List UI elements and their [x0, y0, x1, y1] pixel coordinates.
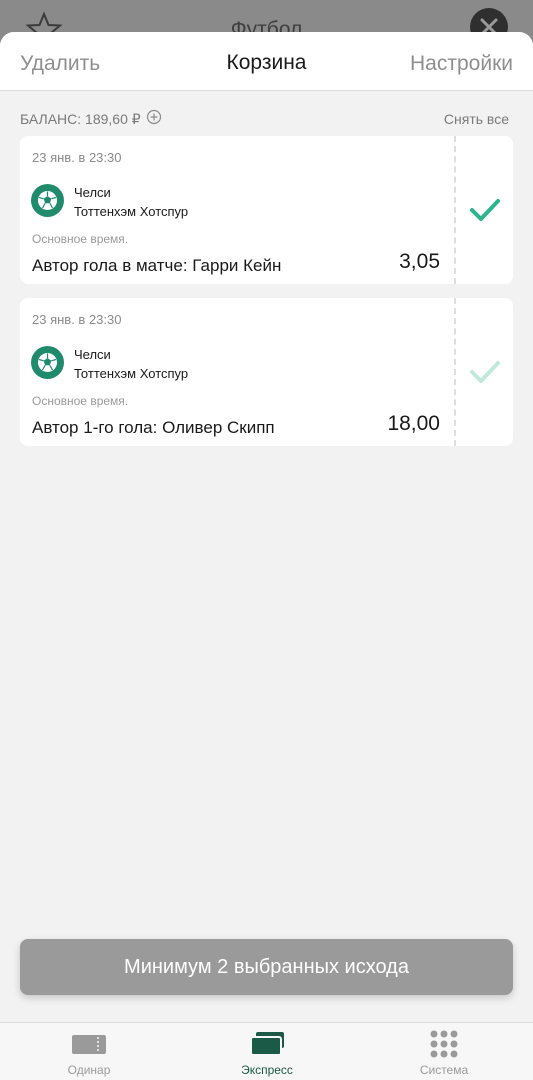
football-ball-icon	[31, 346, 64, 379]
grid-dots-icon	[430, 1030, 458, 1058]
tab-system[interactable]: Система	[355, 1023, 533, 1080]
bet-odds: 18,00	[387, 412, 440, 435]
bet-odds: 3,05	[399, 250, 440, 273]
bet-market: Автор гола в матче: Гарри Кейн	[32, 256, 282, 275]
bet-card[interactable]: 23 янв. в 23:30 Челси Тоттенхэм Хотспур …	[20, 298, 513, 446]
team-away: Тоттенхэм Хотспур	[74, 366, 189, 381]
delete-button[interactable]: Удалить	[20, 52, 100, 76]
balance-row: БАЛАНС: 189,60 ₽ Снять все	[20, 109, 513, 129]
tab-label: Система	[419, 1063, 469, 1077]
settings-button[interactable]: Настройки	[410, 52, 513, 76]
card-divider	[454, 298, 456, 446]
checkmark-icon[interactable]	[468, 355, 502, 389]
bet-period: Основное время.	[32, 232, 129, 246]
team-away: Тоттенхэм Хотспур	[74, 204, 189, 219]
bet-date: 23 янв. в 23:30	[32, 150, 122, 165]
bet-slip-sheet: Удалить Корзина Настройки БАЛАНС: 189,60…	[0, 32, 533, 1080]
football-ball-icon	[31, 184, 64, 217]
tab-single[interactable]: Одинар	[0, 1023, 178, 1080]
stacked-cards-icon	[250, 1032, 284, 1056]
tab-label: Одинар	[67, 1063, 111, 1077]
sheet-header: Удалить Корзина Настройки	[0, 32, 533, 91]
tab-express[interactable]: Экспресс	[178, 1023, 356, 1080]
balance-text: БАЛАНС: 189,60 ₽	[20, 111, 141, 127]
clear-all-button[interactable]: Снять все	[444, 111, 509, 127]
bet-card[interactable]: 23 янв. в 23:30 Челси Тоттенхэм Хотспур …	[20, 136, 513, 284]
bet-period: Основное время.	[32, 394, 129, 408]
ticket-icon	[72, 1035, 106, 1054]
team-home: Челси	[74, 185, 111, 200]
place-bet-button[interactable]: Минимум 2 выбранных исхода	[20, 939, 513, 995]
bet-date: 23 янв. в 23:30	[32, 312, 122, 327]
card-divider	[454, 136, 456, 284]
checkmark-icon[interactable]	[468, 193, 502, 227]
bet-market: Автор 1-го гола: Оливер Скипп	[32, 418, 275, 437]
bottom-tab-bar: Одинар Экспресс Система	[0, 1022, 533, 1080]
plus-circle-icon[interactable]	[146, 109, 162, 125]
team-home: Челси	[74, 347, 111, 362]
tab-label: Экспресс	[241, 1063, 293, 1077]
